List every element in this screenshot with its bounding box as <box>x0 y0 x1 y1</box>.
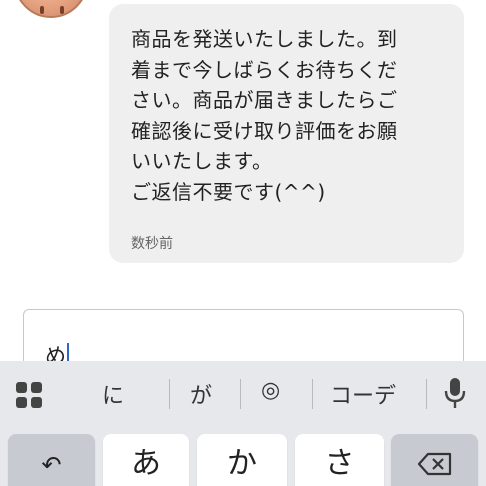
message-bubble: 商品を発送いたしました。到 着まで今しばらくお待ちくだ さい。商品が届きましたら… <box>109 4 464 263</box>
avatar-eye-right <box>60 6 64 14</box>
suggestion-1[interactable]: に <box>102 378 124 410</box>
message-timestamp: 数秒前 <box>131 236 173 252</box>
keyboard: に が ◎ コーデ ↶ あ か さ <box>0 361 486 486</box>
mic-icon[interactable] <box>442 376 468 410</box>
grid-icon[interactable] <box>16 382 42 408</box>
suggestion-divider <box>426 379 427 409</box>
suggestion-2[interactable]: が <box>190 378 212 410</box>
suggestion-bar: に が ◎ コーデ <box>0 361 486 425</box>
suggestion-divider <box>240 379 241 409</box>
message-text: 商品を発送いたしました。到 着まで今しばらくお待ちくだ さい。商品が届きましたら… <box>131 27 398 204</box>
suggestion-divider <box>169 379 170 409</box>
undo-key[interactable]: ↶ <box>8 434 95 486</box>
sender-avatar[interactable] <box>14 0 88 18</box>
key-a[interactable]: あ <box>103 434 189 486</box>
suggestion-divider <box>312 379 313 409</box>
avatar-eye-left <box>40 6 44 14</box>
key-sa[interactable]: さ <box>295 434 384 486</box>
key-ka[interactable]: か <box>197 434 287 486</box>
suggestion-3[interactable]: ◎ <box>261 378 280 403</box>
backspace-icon <box>417 452 451 476</box>
delete-key[interactable] <box>391 434 478 486</box>
suggestion-4[interactable]: コーデ <box>330 378 396 410</box>
undo-icon: ↶ <box>41 451 62 479</box>
